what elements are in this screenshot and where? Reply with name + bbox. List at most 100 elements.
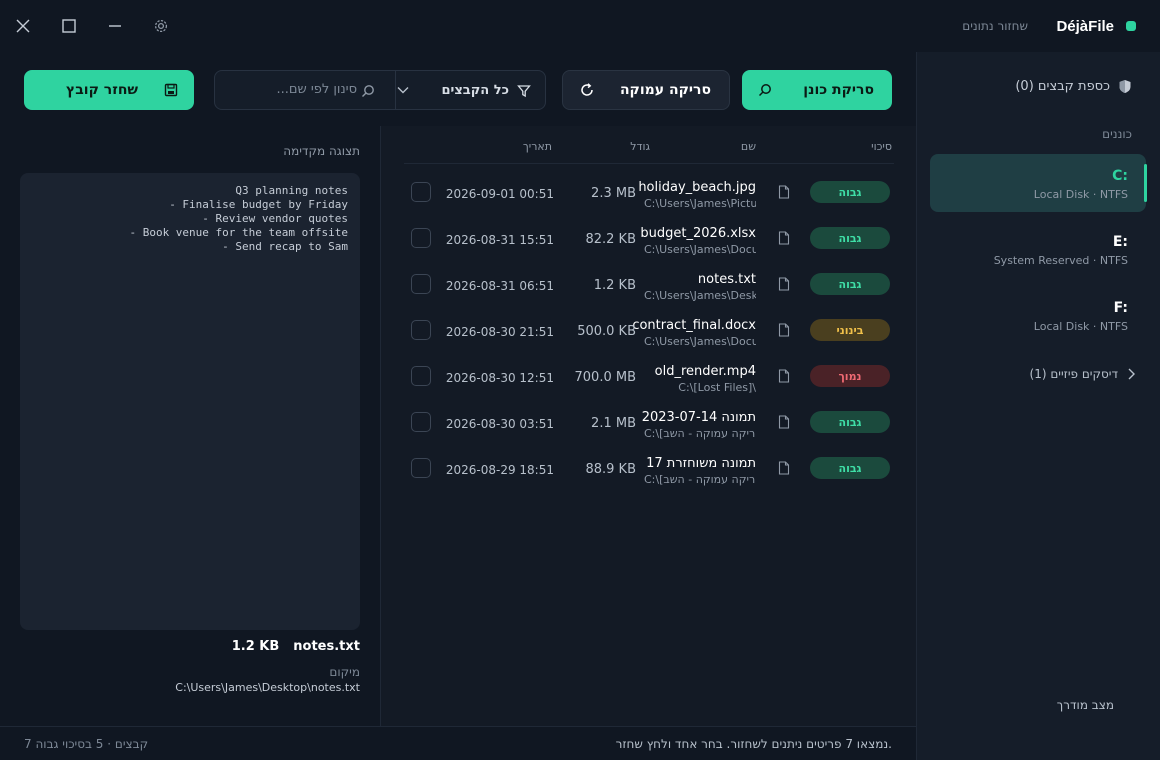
drive-meta: Local Disk · NTFS: [1033, 320, 1128, 333]
maximize-icon[interactable]: [59, 16, 79, 36]
chevron-down-icon[interactable]: [396, 84, 410, 96]
drive-item-e[interactable]: E: System Reserved · NTFS: [930, 220, 1146, 278]
file-name: תמונה משוחזרת 17: [646, 456, 756, 471]
brand-logo-icon: [1126, 21, 1136, 31]
row-checkbox[interactable]: [411, 320, 431, 340]
file-date: 2026-08-30 12:51: [445, 371, 554, 385]
minimize-icon[interactable]: [105, 16, 125, 36]
file-path: C:\Users\James\Pictures\: [644, 197, 756, 210]
deep-scan-label: סריקה עמוקה: [619, 82, 711, 98]
file-icon: [778, 323, 790, 337]
file-icon: [778, 231, 790, 245]
file-path: C:\Users\James\Desktop\: [644, 289, 756, 302]
file-size: 2.1 MB: [591, 416, 636, 431]
table-row[interactable]: נמוך old_render.mp4 C:\[Lost Files]\ 700.0 …: [400, 354, 900, 398]
drive-item-f[interactable]: F: Local Disk · NTFS: [930, 286, 1146, 344]
drive-letter: C:: [1112, 168, 1128, 184]
file-size: 2.3 MB: [591, 186, 636, 201]
active-indicator: [1144, 164, 1147, 202]
status-message: נמצאו 7 פריטים ניתנים לשחזור. בחר אחד ול…: [615, 737, 892, 751]
column-header-size[interactable]: גודל: [630, 140, 650, 153]
search-icon: [361, 84, 375, 98]
filter-icon: [517, 84, 531, 98]
volumes-heading: כוננים: [1102, 127, 1132, 141]
row-checkbox[interactable]: [411, 182, 431, 202]
quick-scan-button[interactable]: סריקת כונן: [742, 70, 892, 110]
guided-mode-toggle[interactable]: מצב מודרך: [1057, 698, 1114, 712]
preview-file-name: notes.txt: [293, 639, 360, 654]
preview-content: Q3 planning notes - Finalise budget by F…: [129, 184, 348, 253]
table-row[interactable]: בינוני contract_final.docx C:\Users\James\…: [400, 308, 900, 352]
physical-disks-label: דיסקים פיזיים (1): [1029, 367, 1118, 381]
vault-label: כספת קבצים (0): [1015, 79, 1110, 94]
row-checkbox[interactable]: [411, 458, 431, 478]
search-input[interactable]: [269, 82, 357, 97]
table-row[interactable]: גבוה תמונה 2023-07-14 C:\[סריקה עמוקה - הש…: [400, 400, 900, 444]
drive-item-c[interactable]: C: Local Disk · NTFS: [930, 154, 1147, 212]
vault-item[interactable]: כספת קבצים (0): [1015, 79, 1132, 94]
file-size: 700.0 MB: [574, 370, 636, 385]
column-header-risk[interactable]: סיכוי: [871, 140, 892, 153]
file-icon: [778, 277, 790, 291]
save-icon: [164, 83, 178, 97]
settings-icon[interactable]: [151, 16, 171, 36]
refresh-icon: [579, 82, 595, 98]
header-divider: [404, 163, 894, 164]
file-path: C:\[סריקה עמוקה - השב: [644, 473, 756, 486]
file-size: 1.2 KB: [593, 278, 636, 293]
risk-badge: בינוני: [810, 319, 890, 341]
file-date: 2026-08-30 21:51: [445, 325, 554, 339]
column-header-date[interactable]: תאריך: [523, 140, 552, 153]
file-name: notes.txt: [697, 272, 756, 287]
table-row[interactable]: גבוה notes.txt C:\Users\James\Desktop\ 1.2 …: [400, 262, 900, 306]
recover-file-button[interactable]: שחזר קובץ: [24, 70, 194, 110]
preview-file-info: 1.2 KB notes.txt: [232, 639, 360, 654]
drive-meta: Local Disk · NTFS: [1033, 188, 1128, 201]
deep-scan-button[interactable]: סריקה עמוקה: [562, 70, 730, 110]
drive-letter: F:: [1113, 300, 1128, 316]
table-row[interactable]: גבוה budget_2026.xlsx C:\Users\James\Docum…: [400, 216, 900, 260]
file-date: 2026-08-31 06:51: [445, 279, 554, 293]
app-subtitle: שחזור נתונים: [962, 19, 1028, 33]
file-size: 88.9 KB: [585, 462, 636, 477]
risk-badge: גבוה: [810, 411, 890, 433]
status-summary: 7 קבצים · 5 בסיכוי גבוה: [24, 737, 149, 751]
close-icon[interactable]: [13, 16, 33, 36]
file-name: old_render.mp4: [654, 364, 756, 379]
file-date: 2026-08-31 15:51: [445, 233, 554, 247]
location-path: C:\Users\James\Desktop\notes.txt: [175, 681, 360, 694]
risk-badge: גבוה: [810, 181, 890, 203]
risk-badge: גבוה: [810, 457, 890, 479]
row-checkbox[interactable]: [411, 412, 431, 432]
file-icon: [778, 415, 790, 429]
file-name: budget_2026.xlsx: [640, 226, 756, 241]
file-icon: [778, 461, 790, 475]
preview-title: תצוגה מקדימה: [283, 144, 360, 158]
file-date: 2026-08-29 18:51: [445, 463, 554, 477]
risk-badge: גבוה: [810, 273, 890, 295]
file-type-filter[interactable]: כל הקבצים: [441, 83, 531, 98]
row-checkbox[interactable]: [411, 366, 431, 386]
drive-meta: System Reserved · NTFS: [993, 254, 1128, 267]
column-header-name[interactable]: שם: [741, 140, 756, 153]
file-icon: [778, 185, 790, 199]
shield-icon: [1118, 79, 1132, 94]
location-label: מיקום: [329, 665, 360, 679]
search-filter-box: כל הקבצים: [214, 70, 546, 110]
row-checkbox[interactable]: [411, 274, 431, 294]
file-date: 2026-08-30 03:51: [445, 417, 554, 431]
row-checkbox[interactable]: [411, 228, 431, 248]
file-size: 500.0 KB: [577, 324, 636, 339]
file-icon: [778, 369, 790, 383]
physical-disks-toggle[interactable]: דיסקים פיזיים (1): [1030, 367, 1136, 381]
filter-label: כל הקבצים: [441, 83, 509, 98]
risk-badge: נמוך: [810, 365, 890, 387]
file-name: holiday_beach.jpg: [638, 180, 756, 195]
file-name: contract_final.docx: [632, 318, 756, 333]
search-icon: [758, 83, 772, 97]
file-path: C:\[סריקה עמוקה - השב: [644, 427, 756, 440]
table-row[interactable]: גבוה holiday_beach.jpg C:\Users\James\Pict…: [400, 170, 900, 214]
file-name: תמונה 2023-07-14: [641, 410, 756, 425]
preview-box: Q3 planning notes - Finalise budget by F…: [20, 173, 360, 630]
table-row[interactable]: גבוה תמונה משוחזרת 17 C:\[סריקה עמוקה - הש…: [400, 446, 900, 490]
